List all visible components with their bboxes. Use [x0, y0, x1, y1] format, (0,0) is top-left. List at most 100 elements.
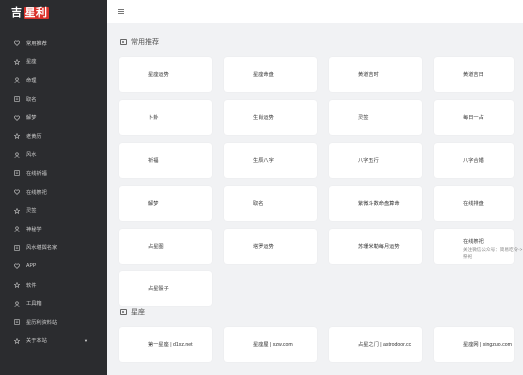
- site-card-title: 占星骰子: [148, 286, 169, 292]
- section-title-label: 星座: [131, 309, 145, 316]
- star-icon: [13, 58, 20, 65]
- sidebar-item[interactable]: 老黄历: [0, 127, 107, 146]
- site-card[interactable]: 占星图: [119, 229, 212, 264]
- star-icon: [13, 337, 20, 344]
- book-icon: [13, 244, 20, 251]
- site-card[interactable]: 塔罗运势: [224, 229, 317, 264]
- tag-icon: [120, 309, 127, 315]
- site-card[interactable]: 占星之门 | astrodoor.cc: [329, 327, 422, 362]
- sidebar-item[interactable]: 命理: [0, 71, 107, 90]
- sidebar-item-label: 风水堪舆名家: [26, 245, 58, 252]
- site-card[interactable]: 解梦: [119, 186, 212, 221]
- sidebar-item-label: 灵签: [26, 208, 37, 215]
- sidebar-item-label: 在线祭祀: [26, 189, 47, 196]
- site-card-title: 塔罗运势: [253, 244, 274, 250]
- site-card-title: 占星图: [148, 244, 164, 250]
- sidebar-item-label: 常用推荐: [26, 40, 47, 47]
- sidebar-item[interactable]: APP: [0, 257, 107, 276]
- sidebar-item-label: 软件: [26, 282, 37, 289]
- site-card[interactable]: 生肖运势: [224, 100, 317, 135]
- site-card-title: 祈福: [148, 158, 159, 164]
- star-icon: [13, 207, 20, 214]
- sidebar-item-label: 神秘学: [26, 226, 42, 233]
- user-icon: [13, 226, 20, 233]
- book-icon: [13, 319, 20, 326]
- sidebar-item[interactable]: 星座: [0, 53, 107, 72]
- user-icon: [13, 77, 20, 84]
- sidebar-item-label: 在线祈福: [26, 170, 47, 177]
- sidebar-item-label: 取名: [26, 96, 37, 103]
- sidebar-item[interactable]: 关于本站 ▼: [0, 332, 107, 351]
- site-card-title: 八字五行: [358, 158, 379, 164]
- site-card[interactable]: 在线祭祀关注微信公众号：简易吃令->祭祀: [434, 229, 522, 264]
- site-card[interactable]: 星座网 | xingzuo.com: [434, 327, 514, 362]
- site-card-title: 星座运势: [148, 72, 169, 78]
- hamburger-menu-icon[interactable]: [118, 9, 124, 14]
- top-bar: [107, 0, 523, 23]
- site-card-title: 苏珊米勒每月运势: [358, 244, 400, 250]
- site-card[interactable]: 卜卦: [119, 100, 212, 135]
- sidebar-item[interactable]: 星历利资料站: [0, 313, 107, 332]
- site-card-title: 每日一占: [463, 115, 484, 121]
- book-icon: [13, 170, 20, 177]
- site-card[interactable]: 取名: [224, 186, 317, 221]
- site-card[interactable]: 黄道吉时: [329, 57, 422, 92]
- site-card-title: 第一星座 | d1xz.net: [148, 342, 193, 348]
- sidebar-item[interactable]: 工具箱: [0, 294, 107, 313]
- site-card-title: 星座网 | xingzuo.com: [463, 342, 512, 348]
- sidebar-item[interactable]: 风水堪舆名家: [0, 239, 107, 258]
- site-card[interactable]: 紫微斗数命盘算命: [329, 186, 422, 221]
- site-card-description: 关注微信公众号：简易吃令->祭祀: [463, 247, 523, 259]
- site-card[interactable]: 占星骰子: [119, 271, 212, 306]
- site-card-title: 占星之门 | astrodoor.cc: [358, 342, 412, 348]
- site-card-title: 八字合婚: [463, 158, 484, 164]
- heart-icon: [13, 40, 20, 47]
- main-content: 常用推荐星座运势 星座命盘 黄道吉时 黄道吉日卜卦 生肖运势 灵签 每日一占祈福 生辰八字 八字…: [107, 23, 523, 375]
- site-card[interactable]: 黄道吉日: [434, 57, 514, 92]
- section-title: 星座: [120, 307, 145, 317]
- site-card[interactable]: 灵签: [329, 100, 422, 135]
- tag-icon: [120, 39, 127, 45]
- site-card-title: 星座命盘: [253, 72, 274, 78]
- sidebar: 吉星利 常用推荐星座命理取名解梦 老黄历 风水在线祈福在线祭祀灵签神秘学风水堪舆名家…: [0, 0, 107, 375]
- site-card-title: 在线祭祀: [463, 239, 484, 245]
- logo[interactable]: 吉星利: [0, 0, 107, 24]
- site-card-title: 黄道吉时: [358, 72, 379, 78]
- site-card[interactable]: 祈福: [119, 143, 212, 178]
- site-card[interactable]: 星座运势: [119, 57, 212, 92]
- section-title: 常用推荐: [120, 37, 159, 47]
- sidebar-item[interactable]: 软件: [0, 276, 107, 295]
- sidebar-item-label: 星座: [26, 59, 37, 66]
- sidebar-item[interactable]: 在线祈福: [0, 164, 107, 183]
- sidebar-item[interactable]: 风水: [0, 146, 107, 165]
- sidebar-item-label: 关于本站: [26, 338, 47, 345]
- sidebar-item[interactable]: 解梦: [0, 108, 107, 127]
- site-card-title: 黄道吉日: [463, 72, 484, 78]
- user-icon: [13, 300, 20, 307]
- section-title-label: 常用推荐: [131, 39, 159, 46]
- site-card[interactable]: 星座屋 | xzw.com: [224, 327, 317, 362]
- site-card[interactable]: 生辰八字: [224, 143, 317, 178]
- heart-icon: [13, 189, 20, 196]
- heart-icon: [13, 263, 20, 270]
- site-card[interactable]: 第一星座 | d1xz.net: [119, 327, 212, 362]
- site-card[interactable]: 八字合婚: [434, 143, 514, 178]
- site-card[interactable]: 苏珊米勒每月运势: [329, 229, 422, 264]
- logo-text: 吉星利: [11, 7, 49, 19]
- site-card[interactable]: 每日一占: [434, 100, 514, 135]
- sidebar-item[interactable]: 灵签: [0, 201, 107, 220]
- site-card[interactable]: 八字五行: [329, 143, 422, 178]
- sidebar-item[interactable]: 常用推荐: [0, 34, 107, 53]
- site-card-title: 灵签: [358, 115, 369, 121]
- site-card-title: 在线排盘: [463, 201, 484, 207]
- logo-highlight: 星利: [23, 7, 49, 19]
- sidebar-item-label: 命理: [26, 77, 37, 84]
- chevron-down-icon: ▼: [84, 338, 88, 344]
- site-card[interactable]: 星座命盘: [224, 57, 317, 92]
- sidebar-item[interactable]: 取名: [0, 90, 107, 109]
- site-card[interactable]: 在线排盘: [434, 186, 514, 221]
- heart-icon: [13, 114, 20, 121]
- sidebar-item[interactable]: 神秘学: [0, 220, 107, 239]
- star-icon: [13, 133, 20, 140]
- sidebar-item[interactable]: 在线祭祀: [0, 183, 107, 202]
